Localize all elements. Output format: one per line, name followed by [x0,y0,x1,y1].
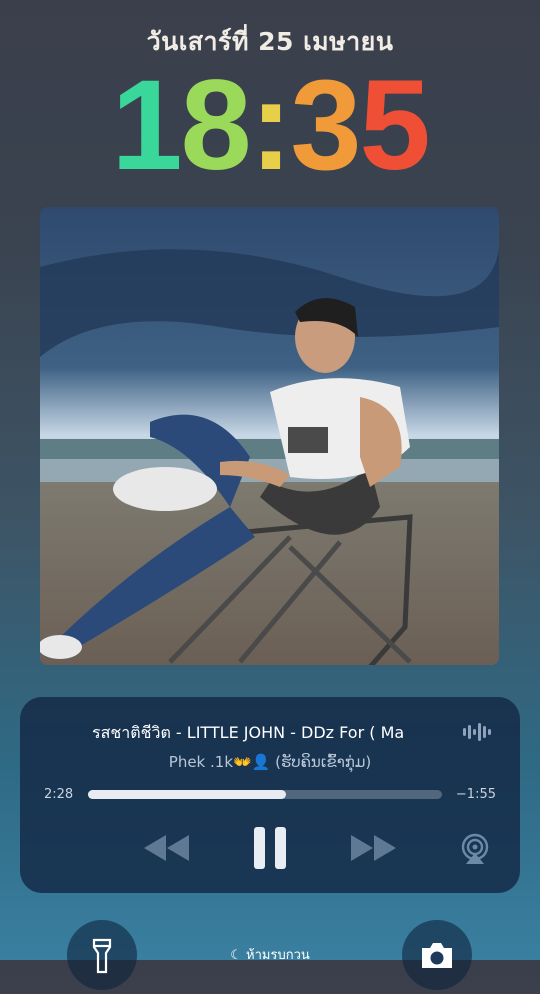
clock-digit: 3 [290,54,361,197]
track-title[interactable]: รสชาติชีวิต - LITTLE JOHN - DDz For ( Ma [92,721,452,746]
dnd-label: ห้ามรบกวน [246,948,310,963]
artwork-image [40,207,499,665]
album-artwork[interactable] [40,207,499,665]
clock-digit: 8 [180,54,252,197]
clock-digit: 1 [111,54,182,197]
remaining-time: −1:55 [455,787,496,802]
camera-icon [422,943,452,968]
clock-digit: 5 [359,54,431,197]
progress-fill [88,790,287,799]
airplay-icon[interactable] [458,832,492,866]
progress-scrubber[interactable] [88,790,442,799]
audio-wave-icon [463,723,491,741]
fast-forward-icon[interactable] [348,833,398,863]
clock-colon: : [249,54,293,197]
artist-label: Phe​k .1k👐👤 (ຮັບຄິນເຂົ້າກຸ່ມ) [168,753,372,771]
elapsed-time: 2:28 [44,787,74,802]
rewind-icon[interactable] [142,833,192,863]
now-playing-widget: รสชาติชีวิต - LITTLE JOHN - DDz For ( Ma… [20,697,520,893]
moon-icon: ☾ [230,948,247,963]
pause-icon[interactable] [252,825,288,871]
camera-button[interactable] [402,920,472,990]
lock-clock: 18:35 [0,62,540,190]
